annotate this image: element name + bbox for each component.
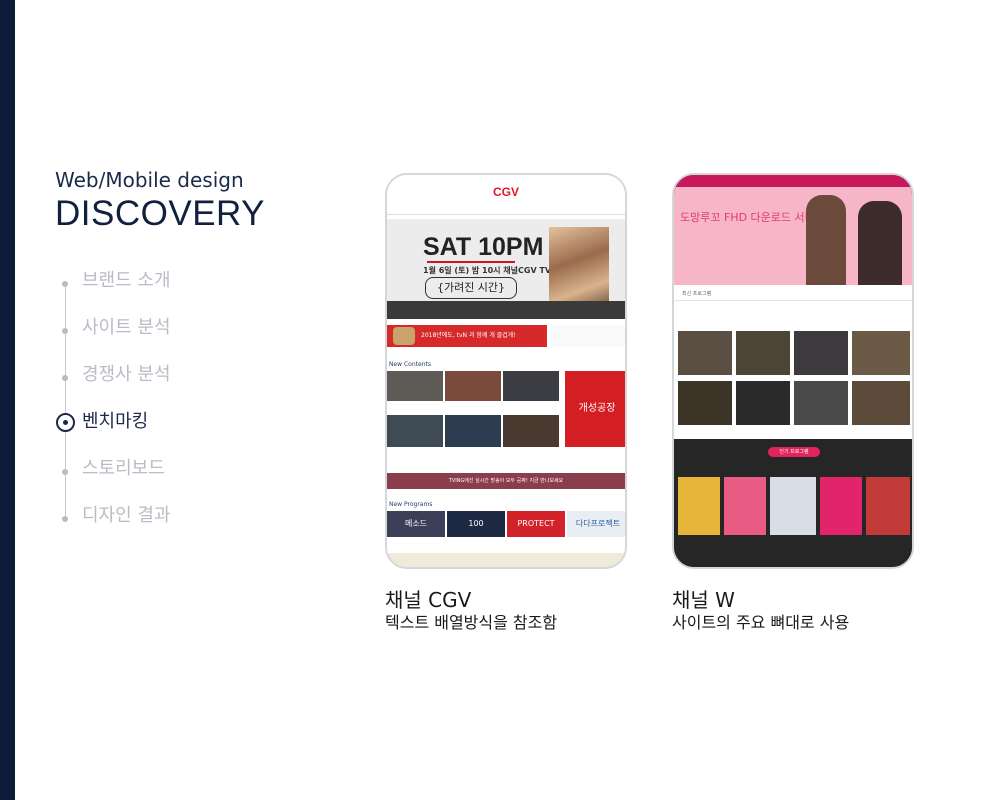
new-programs-label: New Programs bbox=[389, 501, 433, 508]
w-thumb bbox=[794, 381, 848, 425]
nav-dot bbox=[62, 375, 68, 381]
nav-item-storyboard[interactable]: 스토리보드 bbox=[82, 454, 165, 484]
w-thumb bbox=[678, 331, 732, 375]
hero-headline: SAT 10PM bbox=[423, 233, 544, 261]
card-desc-cgv: 텍스트 배열방식을 참조함 bbox=[385, 613, 558, 632]
program-tile: 100 bbox=[447, 511, 505, 537]
nav-item-competitor[interactable]: 경쟁사 분석 bbox=[82, 360, 171, 390]
w-popular-badge: 인기 프로그램 bbox=[768, 447, 820, 457]
nav-item-site-analysis[interactable]: 사이트 분석 bbox=[82, 313, 171, 343]
nav-dot bbox=[62, 469, 68, 475]
card-desc-w: 사이트의 주요 뼈대로 사용 bbox=[672, 613, 850, 632]
w-poster bbox=[866, 477, 910, 535]
w-thumb bbox=[794, 331, 848, 375]
w-hero-text: 도망루꼬 FHD 다운로드 서비스 bbox=[680, 211, 825, 224]
w-poster bbox=[724, 477, 766, 535]
active-target-icon bbox=[56, 413, 75, 432]
section-subtitle: Web/Mobile design bbox=[55, 168, 244, 192]
nav-dot bbox=[62, 281, 68, 287]
content-thumb bbox=[387, 415, 443, 447]
w-poster bbox=[820, 477, 862, 535]
hero-subline: 1월 6일 (토) 밤 10시 채널CGV TV최초! bbox=[423, 266, 570, 275]
cgv-logo: CGV bbox=[493, 185, 520, 199]
w-hero-banner: 도망루꼬 FHD 다운로드 서비스 bbox=[674, 187, 912, 285]
cgv-bottom-strip bbox=[387, 553, 625, 567]
nav-item-brand[interactable]: 브랜드 소개 bbox=[82, 266, 171, 296]
cgv-side-notice bbox=[549, 325, 625, 347]
content-thumb bbox=[445, 371, 501, 401]
content-thumb bbox=[445, 415, 501, 447]
left-accent-bar bbox=[0, 0, 15, 800]
w-top-bar bbox=[674, 175, 912, 187]
program-tile: 메소드 bbox=[387, 511, 445, 537]
new-contents-label: New Contents bbox=[389, 361, 431, 368]
w-thumb bbox=[852, 381, 910, 425]
w-thumb bbox=[678, 381, 732, 425]
promo-dog-image bbox=[393, 327, 415, 345]
hero-caption-bar bbox=[387, 301, 625, 319]
page-title: DISCOVERY bbox=[55, 194, 266, 233]
content-thumb bbox=[503, 371, 559, 401]
nav-timeline-line bbox=[65, 284, 66, 519]
cgv-red-panel: 개성공장 bbox=[565, 371, 625, 447]
content-thumb bbox=[503, 415, 559, 447]
tving-banner: TVING에선 실시간 방송이 모두 공짜! 지금 만나보세요 bbox=[387, 473, 625, 489]
nav-item-benchmarking[interactable]: 벤치마킹 bbox=[82, 407, 148, 437]
nav-dot bbox=[62, 516, 68, 522]
hero-underline bbox=[427, 261, 515, 263]
nav-item-design-result[interactable]: 디자인 결과 bbox=[82, 501, 171, 531]
w-thumb bbox=[736, 331, 790, 375]
w-hero-person bbox=[806, 195, 846, 285]
channel-w-site-screenshot: 도망루꼬 FHD 다운로드 서비스 최신 프로그램 인기 프로그램 bbox=[672, 173, 914, 569]
cgv-nav-bar bbox=[387, 203, 625, 215]
content-thumb bbox=[387, 371, 443, 401]
program-tile: PROTECT bbox=[507, 511, 565, 537]
w-section-bar: 최신 프로그램 bbox=[674, 287, 912, 301]
w-thumb bbox=[852, 331, 910, 375]
w-hero-person bbox=[858, 201, 902, 285]
w-poster bbox=[770, 477, 816, 535]
w-poster bbox=[678, 477, 720, 535]
w-thumb bbox=[736, 381, 790, 425]
cgv-hero-banner: SAT 10PM 1월 6일 (토) 밤 10시 채널CGV TV최초! {가려… bbox=[387, 219, 625, 319]
nav-dot bbox=[62, 328, 68, 334]
program-tile: 다다프로젝트 bbox=[567, 511, 625, 537]
cgv-site-screenshot: CGV SAT 10PM 1월 6일 (토) 밤 10시 채널CGV TV최초!… bbox=[385, 173, 627, 569]
hero-program-title: {가려진 시간} bbox=[425, 277, 517, 299]
